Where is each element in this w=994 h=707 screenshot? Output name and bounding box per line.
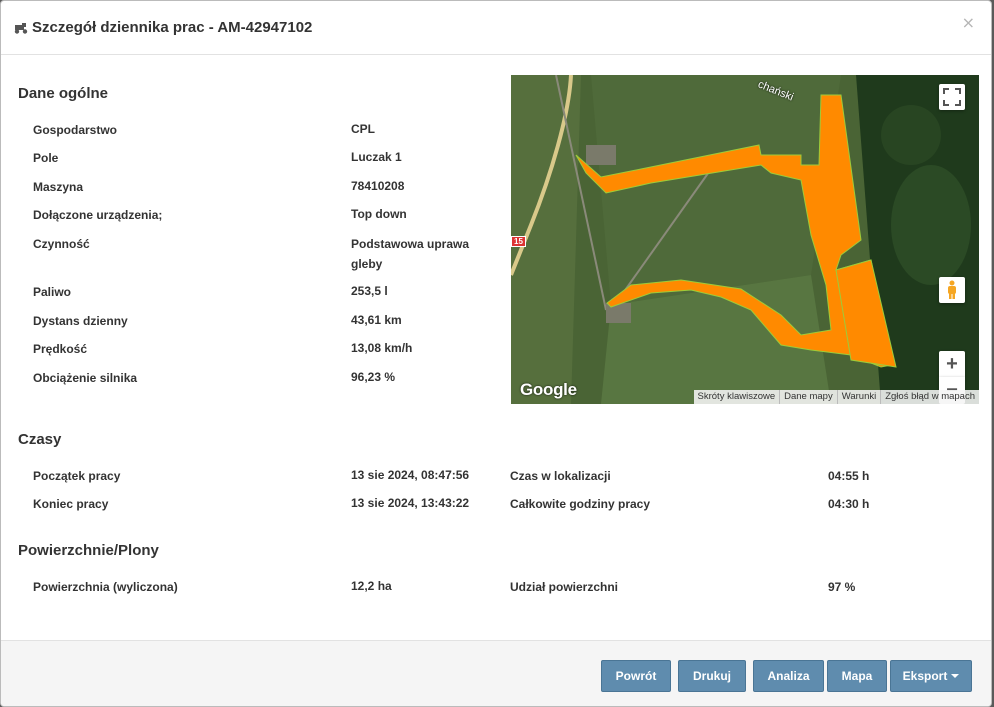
field-label: Gospodarstwo [33,123,118,137]
field-value: 13 sie 2024, 08:47:56 [351,468,470,482]
field-value: 253,5 l [351,284,388,298]
modal-header: Szczegół dziennika prac - AM-42947102 × [1,1,991,55]
map-button[interactable]: Mapa [827,660,887,692]
modal-footer: Powrót Drukuj Analiza Mapa Eksport [1,640,991,706]
back-button[interactable]: Powrót [601,660,671,692]
field-value: Top down [351,207,407,221]
section-title-areas: Powierzchnie/Plony [18,542,159,559]
field-label: Całkowite godziny pracy [510,497,651,511]
google-logo: Google [520,380,577,399]
export-label: Eksport [902,669,948,683]
zoom-in-button[interactable]: + [939,351,965,377]
field-value: CPL [351,122,375,136]
section-title-general: Dane ogólne [18,85,109,102]
worklog-detail-modal: Szczegół dziennika prac - AM-42947102 × … [0,0,992,707]
field-label: Pole [33,151,59,165]
print-button[interactable]: Drukuj [678,660,746,692]
field-value: 04:30 h [828,497,870,511]
pegman-icon [948,280,956,299]
export-dropdown-button[interactable]: Eksport [890,660,972,692]
field-label: Koniec pracy [33,497,109,511]
map-data-link[interactable]: Dane mapy [780,390,838,404]
modal-title-text: Szczegół dziennika prac - AM-42947102 [32,19,313,36]
caret-down-icon [951,674,960,678]
field-value: 12,2 ha [351,579,392,593]
field-label: Powierzchnia (wyliczona) [33,580,178,594]
field-value: 13 sie 2024, 13:43:22 [351,496,470,510]
field-value: Luczak 1 [351,150,402,164]
field-label: Prędkość [33,342,88,356]
work-map[interactable]: chański 15 + − Google Skróty klawiszowe [511,75,979,404]
field-label: Paliwo [33,285,72,299]
field-value: 43,61 km [351,313,402,327]
field-value: 97 % [828,580,856,594]
field-value: 04:55 h [828,469,870,483]
field-value: Podstawowa uprawa gleby [351,237,470,271]
street-view-button[interactable] [939,277,965,303]
field-value: 96,23 % [351,370,396,384]
field-label: Dołączone urządzenia; [33,208,163,222]
field-label: Dystans dzienny [33,314,128,328]
fullscreen-button[interactable] [939,84,965,110]
field-label: Początek pracy [33,469,121,483]
keyboard-shortcuts-link[interactable]: Skróty klawiszowe [694,390,781,404]
road-number-badge: 15 [511,236,526,247]
section-title-times: Czasy [18,431,62,448]
field-label: Udział powierzchni [510,580,619,594]
modal-title: Szczegół dziennika prac - AM-42947102 [14,19,312,36]
map-satellite[interactable] [511,75,979,404]
field-value: 78410208 [351,179,405,193]
field-label: Obciążenie silnika [33,371,138,385]
field-label: Czynność [33,237,90,251]
fullscreen-icon [943,88,961,106]
tractor-icon [14,22,28,34]
field-label: Czas w lokalizacji [510,469,611,483]
report-error-link[interactable]: Zgłoś błąd w mapach [881,390,979,404]
modal-body: Dane ogólne Gospodarstwo CPL Pole Luczak… [1,55,991,640]
analysis-button[interactable]: Analiza [753,660,824,692]
terms-link[interactable]: Warunki [838,390,882,404]
field-label: Maszyna [33,180,84,194]
map-attribution: Skróty klawiszowe Dane mapy Warunki Zgło… [693,390,979,404]
field-value: 13,08 km/h [351,341,413,355]
close-button[interactable]: × [962,13,975,32]
